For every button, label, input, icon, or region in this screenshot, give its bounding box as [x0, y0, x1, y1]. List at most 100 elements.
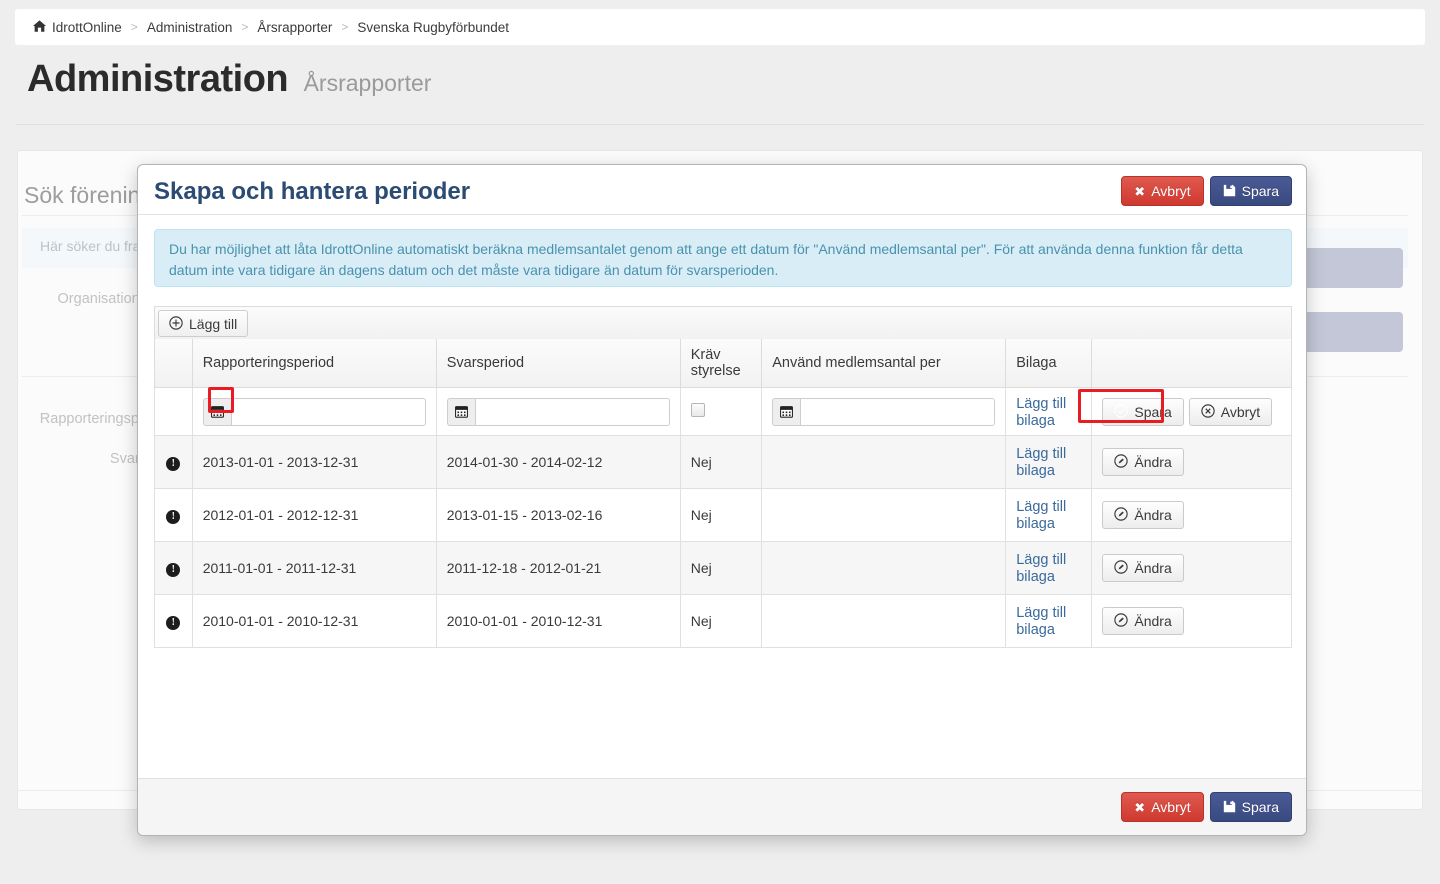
breadcrumb-item-administration[interactable]: Administration: [147, 20, 233, 35]
table-header-row: Rapporteringsperiod Svarsperiod Kräv sty…: [154, 339, 1292, 388]
breadcrumb-item-arsrapporter[interactable]: Årsrapporter: [257, 20, 332, 35]
page-subtitle: Årsrapporter: [303, 70, 432, 96]
anvand-medlemsantal-input[interactable]: [800, 397, 996, 426]
svarsperiod-input[interactable]: [474, 397, 670, 426]
add-attachment-link[interactable]: Lägg till bilaga: [1016, 396, 1066, 429]
row-edit-button[interactable]: Ändra: [1102, 554, 1184, 582]
row-edit-button[interactable]: Ändra: [1102, 501, 1184, 529]
footer-save-label: Spara: [1241, 799, 1279, 815]
new-row-actions-cell: Spara Avbryt: [1091, 387, 1292, 436]
header-anvand-medlemsantal: Använd medlemsantal per: [761, 339, 1007, 388]
row-bilaga-cell: Lägg till bilaga: [1005, 488, 1093, 542]
info-circle-icon[interactable]: !: [166, 457, 181, 471]
add-attachment-link[interactable]: Lägg till bilaga: [1016, 446, 1066, 479]
row-edit-label: Ändra: [1134, 613, 1172, 629]
breadcrumb-separator: >: [130, 20, 138, 34]
row-cancel-button[interactable]: Avbryt: [1188, 397, 1273, 426]
footer-save-button[interactable]: Spara: [1209, 792, 1292, 822]
pencil-circle-icon: [1114, 560, 1129, 576]
page-title: Administration: [27, 58, 289, 100]
table-toolbar: Lägg till: [154, 306, 1292, 339]
info-circle-icon[interactable]: !: [166, 563, 181, 577]
row-edit-label: Ändra: [1134, 507, 1172, 523]
add-period-label: Lägg till: [189, 315, 238, 332]
row-info-cell: !: [154, 435, 193, 489]
breadcrumb-item-organisation: Svenska Rugbyförbundet: [357, 19, 510, 35]
breadcrumb-separator: >: [341, 20, 349, 34]
new-row-rapporteringsperiod-cell: [191, 387, 437, 436]
modal-title: Skapa och hantera perioder: [154, 178, 471, 205]
new-row-svarsperiod-cell: [435, 387, 681, 436]
row-svarsperiod: 2014-01-30 - 2014-02-12: [435, 435, 681, 489]
calendar-icon[interactable]: [202, 397, 231, 426]
row-anvand-medlemsantal: [761, 435, 1007, 489]
row-edit-button[interactable]: Ändra: [1102, 448, 1184, 476]
title-divider: [16, 124, 1424, 125]
row-edit-label: Ändra: [1134, 454, 1172, 470]
new-period-row: Lägg till bilaga Spara Avbryt: [154, 387, 1292, 436]
header-icon-col: [154, 339, 193, 388]
row-anvand-medlemsantal: [761, 541, 1007, 595]
times-icon: ✖: [1134, 183, 1146, 199]
info-circle-icon[interactable]: !: [166, 616, 181, 630]
header-rapporteringsperiod: Rapporteringsperiod: [191, 339, 437, 388]
footer-cancel-button[interactable]: ✖ Avbryt: [1121, 792, 1204, 822]
row-anvand-medlemsantal: [761, 488, 1007, 542]
new-row-action-buttons: Spara Avbryt: [1102, 397, 1281, 426]
row-rapporteringsperiod: 2012-01-01 - 2012-12-31: [191, 488, 437, 542]
row-edit-label: Ändra: [1134, 560, 1172, 576]
pencil-circle-icon: [1114, 454, 1129, 470]
add-period-button[interactable]: Lägg till: [158, 310, 249, 337]
modal-header: Skapa och hantera perioder ✖ Avbryt Spar…: [138, 165, 1306, 215]
background-panel-title: Sök förening: [24, 182, 154, 208]
table-row: ! 2010-01-01 - 2010-12-31 2010-01-01 - 2…: [154, 594, 1292, 648]
background-label-svarsperiod: Svars: [109, 451, 147, 467]
table-row: ! 2011-01-01 - 2011-12-31 2011-12-18 - 2…: [154, 541, 1292, 595]
info-alert-text: Du har möjlighet att låta IdrottOnline a…: [169, 241, 1243, 278]
modal-footer: ✖ Avbryt Spara: [138, 778, 1306, 835]
modal-header-actions: ✖ Avbryt Spara: [1121, 176, 1292, 206]
info-circle-icon[interactable]: !: [166, 510, 181, 524]
breadcrumb: IdrottOnline > Administration > Årsrappo…: [15, 9, 1425, 45]
row-svarsperiod: 2011-12-18 - 2012-01-21: [435, 541, 681, 595]
krav-styrelse-checkbox[interactable]: [690, 403, 705, 417]
header-cancel-label: Avbryt: [1151, 183, 1191, 199]
background-label-rapporteringsperiod: Rapporteringspe: [39, 411, 147, 427]
row-krav-styrelse: Nej: [679, 488, 763, 542]
add-attachment-link[interactable]: Lägg till bilaga: [1016, 605, 1066, 638]
calendar-icon[interactable]: [772, 397, 801, 426]
header-cancel-button[interactable]: ✖ Avbryt: [1121, 176, 1204, 206]
row-anvand-medlemsantal: [761, 594, 1007, 648]
times-icon: ✖: [1134, 799, 1146, 815]
row-rapporteringsperiod: 2013-01-01 - 2013-12-31: [191, 435, 437, 489]
header-krav-styrelse: Kräv styrelse: [679, 339, 763, 388]
add-attachment-link[interactable]: Lägg till bilaga: [1016, 552, 1066, 585]
row-bilaga-cell: Lägg till bilaga: [1005, 541, 1093, 595]
page-header: Administration Årsrapporter: [27, 58, 1425, 101]
new-row-icon-cell: [154, 387, 193, 436]
manage-periods-modal: Skapa och hantera perioder ✖ Avbryt Spar…: [137, 164, 1307, 836]
row-svarsperiod: 2010-01-01 - 2010-12-31: [435, 594, 681, 648]
row-krav-styrelse: Nej: [679, 435, 763, 489]
home-icon: [33, 19, 46, 35]
row-bilaga-cell: Lägg till bilaga: [1005, 594, 1093, 648]
svarsperiod-input-group: [446, 397, 670, 426]
table-row: ! 2013-01-01 - 2013-12-31 2014-01-30 - 2…: [154, 435, 1292, 489]
row-save-button[interactable]: Spara: [1102, 397, 1184, 426]
header-bilaga: Bilaga: [1005, 339, 1093, 388]
breadcrumb-item-idrottonline[interactable]: IdrottOnline: [52, 20, 122, 35]
check-circle-icon: [1114, 403, 1129, 420]
periods-table-body: Lägg till bilaga Spara Avbryt ! 2013-01-…: [154, 387, 1292, 648]
row-cancel-label: Avbryt: [1220, 403, 1261, 420]
row-edit-button[interactable]: Ändra: [1102, 607, 1184, 635]
rapporteringsperiod-input[interactable]: [230, 397, 426, 426]
row-actions-cell: Ändra: [1091, 594, 1292, 648]
plus-circle-icon: [169, 315, 183, 332]
add-attachment-link[interactable]: Lägg till bilaga: [1016, 499, 1066, 532]
header-actions: [1091, 339, 1292, 388]
calendar-icon[interactable]: [446, 397, 475, 426]
row-actions-cell: Ändra: [1091, 488, 1292, 542]
new-row-krav-styrelse-cell: [679, 387, 763, 436]
header-save-button[interactable]: Spara: [1209, 176, 1292, 206]
background-label-organisation: Organisations: [57, 291, 147, 307]
